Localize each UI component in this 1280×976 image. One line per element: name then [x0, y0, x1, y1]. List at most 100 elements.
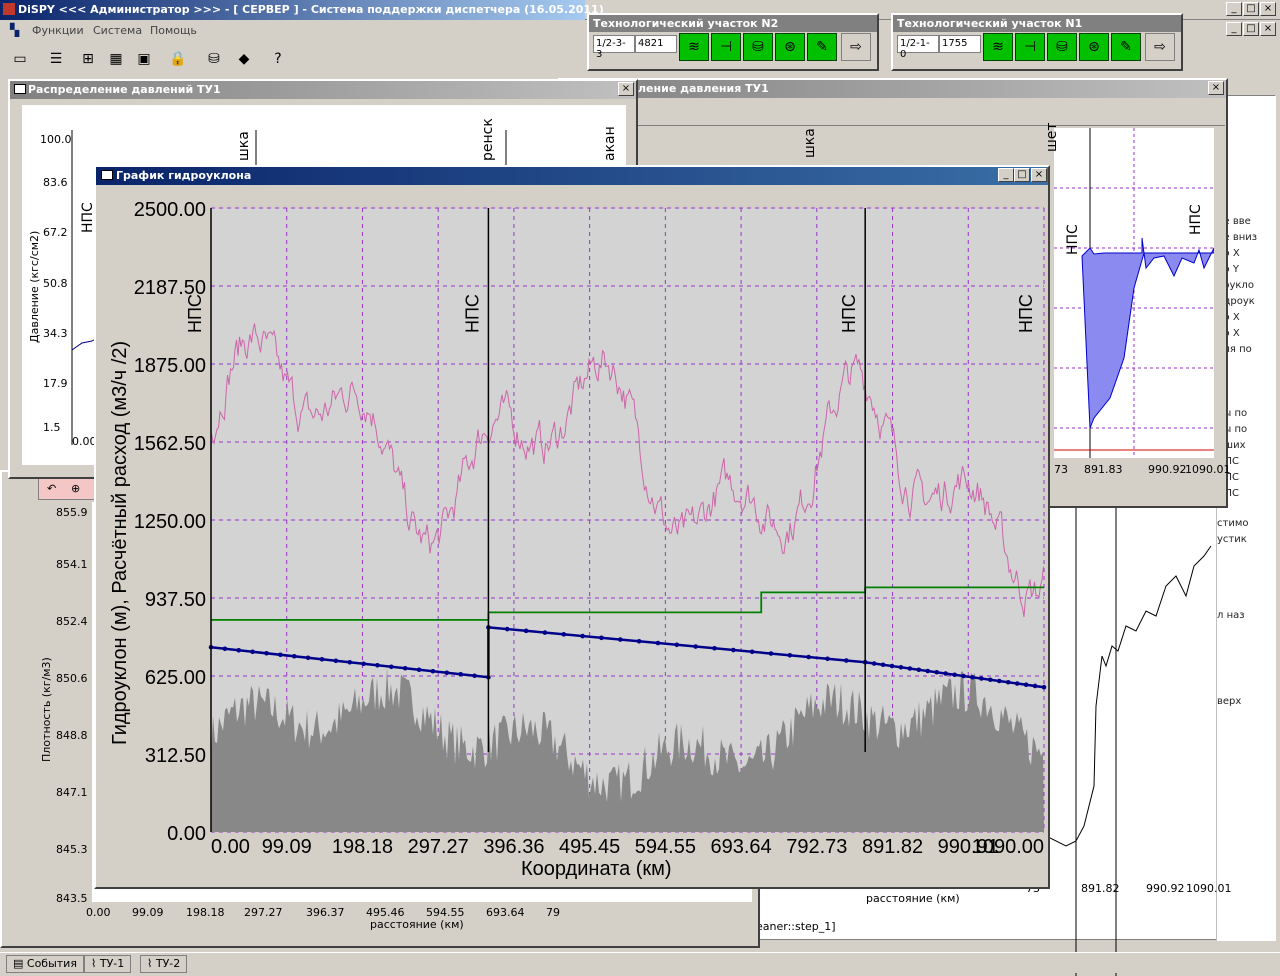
- side-text: устик: [1217, 534, 1247, 545]
- maximize-button[interactable]: □: [1014, 168, 1030, 182]
- tech-panel-2: Технологический участок N2 1/2-3-3 4821 …: [587, 13, 879, 71]
- station-label: НПС: [1065, 224, 1081, 255]
- maximize-button[interactable]: □: [1243, 2, 1259, 16]
- series-point: [806, 654, 811, 660]
- window-icon: [14, 84, 26, 94]
- x-tick: 1090.00: [972, 836, 1044, 858]
- series-point: [1041, 684, 1047, 690]
- x-tick: 891.83: [1084, 463, 1123, 476]
- x-tick: 0.00: [211, 836, 250, 858]
- tech-panel-title: Технологический участок N2: [589, 15, 877, 32]
- station-label: шет: [1044, 122, 1060, 152]
- x-tick: 198.18: [186, 906, 225, 919]
- mdi-minimize-button[interactable]: _: [1226, 22, 1242, 36]
- mdi-close-button[interactable]: ×: [1260, 22, 1276, 36]
- tab-tu2[interactable]: ⌇ ТУ-2: [140, 955, 188, 973]
- close-button[interactable]: ×: [1260, 2, 1276, 16]
- export-icon[interactable]: ⇨: [841, 33, 871, 61]
- y-tick: 100.0: [40, 133, 72, 146]
- series-point: [333, 658, 339, 664]
- chart-icon: ⌇: [147, 957, 156, 970]
- station-label: НПС: [462, 294, 482, 333]
- y-tick: 850.6: [56, 672, 88, 685]
- database-icon[interactable]: ⛁: [202, 48, 226, 70]
- pipe-icon[interactable]: ▭: [8, 48, 32, 70]
- series-point: [655, 640, 661, 646]
- series-point: [749, 649, 755, 655]
- tool-icon[interactable]: ✎: [807, 33, 837, 61]
- series-point: [561, 632, 567, 637]
- series-point: [880, 662, 886, 668]
- side-text: стимо: [1217, 518, 1249, 529]
- y-tick: 34.3: [43, 327, 68, 340]
- list-icon: ▤: [13, 957, 27, 970]
- series-point: [416, 667, 422, 673]
- close-button[interactable]: ×: [1208, 81, 1224, 95]
- y-tick: 855.9: [56, 506, 88, 519]
- menu-system[interactable]: Система: [93, 24, 142, 37]
- export-icon[interactable]: ⇨: [1145, 33, 1175, 61]
- y-tick: 0.00: [167, 823, 206, 845]
- x-tick: 396.37: [306, 906, 345, 919]
- series-point: [787, 652, 793, 658]
- y-axis-label: Давление (кгс/см2): [28, 230, 41, 343]
- tool-icon[interactable]: ✎: [1111, 33, 1141, 61]
- table-icon[interactable]: ▦: [104, 48, 128, 70]
- y-axis-label: Плотность (кг/м3): [40, 657, 53, 762]
- lock-icon[interactable]: 🔒: [166, 48, 190, 70]
- tank-icon[interactable]: ⛁: [743, 33, 773, 61]
- pump-icon[interactable]: ⊛: [775, 33, 805, 61]
- tab-events[interactable]: ▤ События: [6, 955, 84, 973]
- station-label: акан: [602, 126, 618, 161]
- y-tick: 312.50: [145, 745, 206, 767]
- close-button[interactable]: ×: [1031, 168, 1047, 182]
- y-tick: 1.5: [43, 421, 61, 434]
- x-axis-label: расстояние (км): [370, 918, 464, 931]
- mdi-restore-button[interactable]: □: [1243, 22, 1259, 36]
- tree-icon[interactable]: ⊞: [76, 48, 100, 70]
- minimize-button[interactable]: _: [1226, 2, 1242, 16]
- minimize-button[interactable]: _: [998, 168, 1014, 182]
- pump-icon[interactable]: ⊛: [1079, 33, 1109, 61]
- valve-icon[interactable]: ⊣: [711, 33, 741, 61]
- plot-area: [1054, 128, 1215, 458]
- tech-code: 1/2-1-0: [897, 35, 939, 60]
- palette-icon[interactable]: ▣: [132, 48, 156, 70]
- series-point: [361, 661, 366, 667]
- x-tick: 792.73: [786, 836, 847, 858]
- menu-functions[interactable]: Функции: [32, 24, 84, 37]
- y-tick: 843.5: [56, 892, 88, 905]
- x-tick: 396.36: [483, 836, 544, 858]
- series-point: [580, 633, 585, 639]
- x-tick: 990.92: [1148, 463, 1187, 476]
- y-tick: 854.1: [56, 558, 88, 571]
- series-point: [389, 664, 394, 670]
- series-point: [871, 661, 877, 666]
- help-icon[interactable]: ?: [266, 48, 290, 70]
- x-tick: 693.64: [486, 906, 525, 919]
- list-icon[interactable]: ☰: [44, 48, 68, 70]
- series-point: [444, 670, 450, 676]
- series-point: [731, 647, 736, 653]
- y-tick: 852.4: [56, 615, 88, 628]
- menu-help[interactable]: Помощь: [150, 24, 197, 37]
- x-tick: 594.55: [635, 836, 696, 858]
- series-point: [222, 646, 228, 652]
- chart-icon: ⌇: [91, 957, 100, 970]
- tab-tu1[interactable]: ⌇ ТУ-1: [84, 955, 132, 973]
- x-tick: 0.00: [72, 435, 97, 448]
- window-title: ление давления ТУ1: [560, 80, 1226, 98]
- undo-icon[interactable]: ↶: [47, 482, 56, 495]
- valve-icon[interactable]: ⊣: [1015, 33, 1045, 61]
- y-tick: 937.50: [145, 589, 206, 611]
- side-text: верх: [1217, 696, 1242, 707]
- close-button[interactable]: ×: [618, 82, 634, 96]
- series-point: [674, 642, 680, 648]
- zoom-icon[interactable]: ⊕: [71, 482, 80, 495]
- waveform-icon[interactable]: ≋: [679, 33, 709, 61]
- clear-icon[interactable]: ◆: [232, 48, 256, 70]
- waveform-icon[interactable]: ≋: [983, 33, 1013, 61]
- tank-icon[interactable]: ⛁: [1047, 33, 1077, 61]
- tech-code: 1/2-3-3: [593, 35, 635, 60]
- series-point: [889, 663, 895, 669]
